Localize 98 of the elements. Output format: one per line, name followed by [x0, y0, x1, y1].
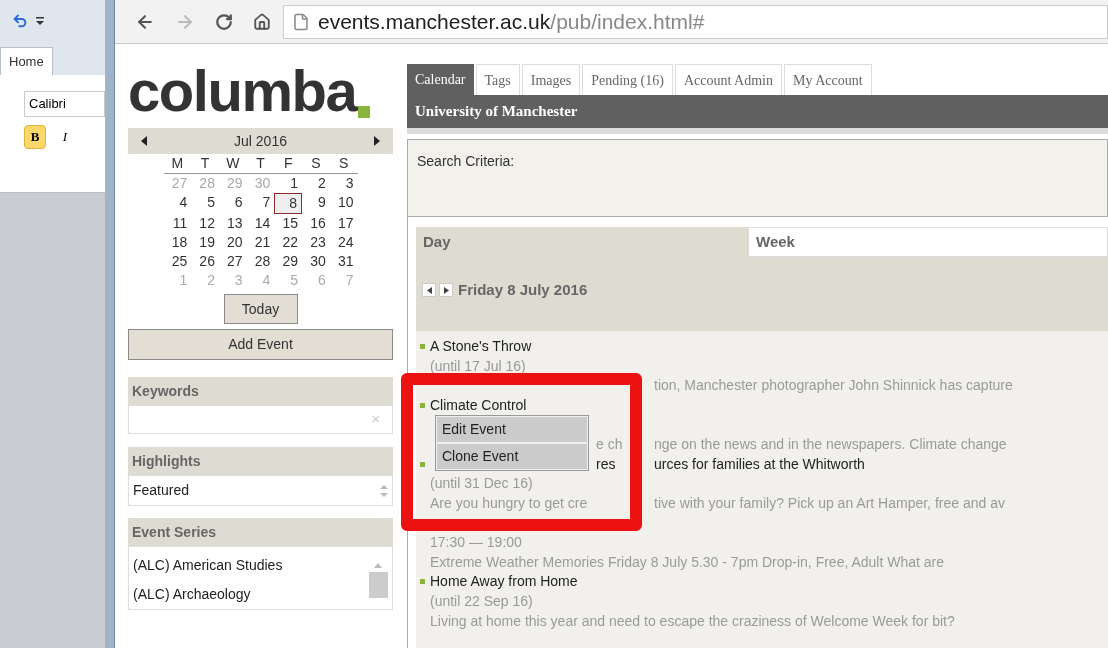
- bullet-icon: [420, 344, 425, 350]
- left-arrow-icon: [426, 286, 432, 294]
- calendar-day[interactable]: 22: [274, 233, 303, 252]
- calendar-day[interactable]: 30: [302, 252, 330, 271]
- section-header: Keywords: [128, 377, 393, 405]
- nav-tab[interactable]: My Account: [784, 64, 872, 95]
- calendar-day[interactable]: 6: [218, 193, 247, 214]
- calendar-day[interactable]: 20: [218, 233, 247, 252]
- next-day-button[interactable]: [439, 283, 453, 298]
- ribbon-tab[interactable]: Home: [0, 46, 53, 75]
- date-heading: Friday 8 July 2016: [458, 280, 588, 300]
- event-date: (until 22 Sep 16): [430, 592, 533, 611]
- right-arrow-icon: [443, 286, 449, 294]
- event-description: tive with your family? Pick up an Art Hamper, free and av: [654, 494, 1005, 514]
- calendar-day[interactable]: 5: [191, 193, 219, 214]
- calendar-day[interactable]: 11: [163, 214, 192, 233]
- event-description: tion, Manchester photographer John Shinnick has capture: [654, 376, 1013, 396]
- weekday-label: M: [170, 154, 185, 173]
- bullet-icon: [420, 461, 425, 467]
- calendar-day[interactable]: 10: [329, 193, 358, 214]
- nav-tab[interactable]: Tags: [475, 64, 520, 95]
- event-title[interactable]: urces for families at the Whitworth: [654, 453, 865, 475]
- calendar-day[interactable]: 14: [246, 214, 275, 233]
- section-header: Event Series: [128, 518, 393, 546]
- calendar-day[interactable]: 15: [274, 214, 303, 233]
- calendar-day[interactable]: 1: [274, 174, 303, 193]
- previous-month-icon[interactable]: [140, 136, 148, 146]
- logo: columba: [128, 62, 357, 120]
- undo-icon[interactable]: [12, 13, 28, 29]
- calendar-day[interactable]: 4: [163, 193, 192, 214]
- event-description: e ch: [596, 435, 623, 455]
- today-button[interactable]: Today: [223, 294, 298, 324]
- weekday-label: F: [282, 154, 294, 173]
- scroll-thumb[interactable]: [368, 572, 388, 598]
- calendar-day[interactable]: 13: [218, 214, 247, 233]
- calendar-day[interactable]: 16: [302, 214, 330, 233]
- calendar-day[interactable]: 17: [329, 214, 358, 233]
- calendar-day[interactable]: 7: [246, 193, 275, 214]
- calendar-day[interactable]: 8: [274, 193, 303, 214]
- calendar-day[interactable]: 28: [246, 252, 275, 271]
- spinner-icon: [380, 483, 388, 498]
- event-title[interactable]: res: [596, 453, 616, 475]
- search-criteria-label: Search Criteria:: [417, 153, 515, 169]
- calendar-day[interactable]: 26: [191, 252, 219, 271]
- bullet-icon: [420, 403, 425, 409]
- weekday-label: S: [310, 154, 322, 173]
- calendar-day[interactable]: 2: [302, 174, 330, 193]
- calendar-day[interactable]: 23: [302, 233, 330, 252]
- font-field[interactable]: Calibri: [24, 91, 105, 117]
- series-item[interactable]: (ALC) American Studies: [133, 551, 283, 580]
- nav-tab[interactable]: Images: [521, 64, 581, 95]
- series-item[interactable]: (ALC) Archaeology: [133, 580, 283, 609]
- event-title[interactable]: Home Away from Home: [430, 571, 578, 593]
- previous-day-button[interactable]: [422, 283, 436, 298]
- nav-tab[interactable]: Pending (16): [582, 64, 673, 95]
- highlights-list[interactable]: Featured: [128, 475, 393, 506]
- event-date: (until 17 Jul 16): [430, 356, 526, 376]
- event-description: Living at home this year and need to escape the craziness of Welcome Week for bit?: [430, 611, 955, 631]
- calendar-day[interactable]: 25: [163, 252, 192, 271]
- format-button[interactable]: B: [24, 125, 46, 149]
- calendar-day[interactable]: 12: [191, 214, 219, 233]
- calendar-day[interactable]: 3: [329, 174, 358, 193]
- calendar-day[interactable]: 29: [274, 252, 303, 271]
- weekday-label: W: [225, 154, 241, 173]
- weekday-label: T: [255, 154, 266, 173]
- reload-icon[interactable]: [215, 12, 233, 31]
- site-title-bar: University of Manchester: [407, 95, 1108, 128]
- nav-tab[interactable]: Account Admin: [674, 64, 782, 95]
- next-month-icon[interactable]: [373, 136, 381, 146]
- home-icon[interactable]: [253, 12, 271, 31]
- menu-item[interactable]: Clone Event: [436, 443, 588, 470]
- calendar-day[interactable]: 19: [191, 233, 219, 252]
- customize-icon[interactable]: [36, 15, 44, 27]
- nav-tab[interactable]: Calendar: [407, 64, 474, 95]
- add-event-button[interactable]: Add Event: [128, 329, 393, 360]
- section-header: Highlights: [128, 447, 393, 475]
- calendar-day[interactable]: 9: [302, 193, 330, 214]
- event-description: nge on the news and in the newspapers. Climate change: [654, 435, 1007, 455]
- weekday-label: T: [199, 154, 211, 173]
- event-title[interactable]: A Stone's Throw: [430, 336, 532, 358]
- calendar-day[interactable]: 24: [329, 233, 358, 252]
- month-label: Jul 2016: [234, 131, 287, 151]
- calendar-day[interactable]: 18: [163, 233, 192, 252]
- calendar-day[interactable]: 21: [246, 233, 275, 252]
- event-description: Are you hungry to get cre: [430, 494, 588, 514]
- view-tab[interactable]: Week: [748, 227, 1108, 257]
- weekday-label: S: [337, 154, 350, 173]
- address-bar[interactable]: events.manchester.ac.uk/pub/index.html#: [283, 4, 1108, 39]
- format-button[interactable]: I: [54, 125, 76, 149]
- event-date: 17:30 — 19:00: [430, 533, 522, 553]
- menu-item[interactable]: Edit Event: [436, 416, 588, 443]
- bullet-icon: [420, 579, 425, 585]
- event-title[interactable]: Climate Control: [430, 395, 527, 417]
- calendar-day[interactable]: 27: [218, 252, 247, 271]
- event-description: Extreme Weather Memories Friday 8 July 5.30 - 7pm Drop-in, Free, Adult What are: [430, 552, 945, 572]
- page-icon: [292, 12, 310, 31]
- event-date: (until 31 Dec 16): [430, 474, 533, 494]
- calendar-day[interactable]: 31: [329, 252, 358, 271]
